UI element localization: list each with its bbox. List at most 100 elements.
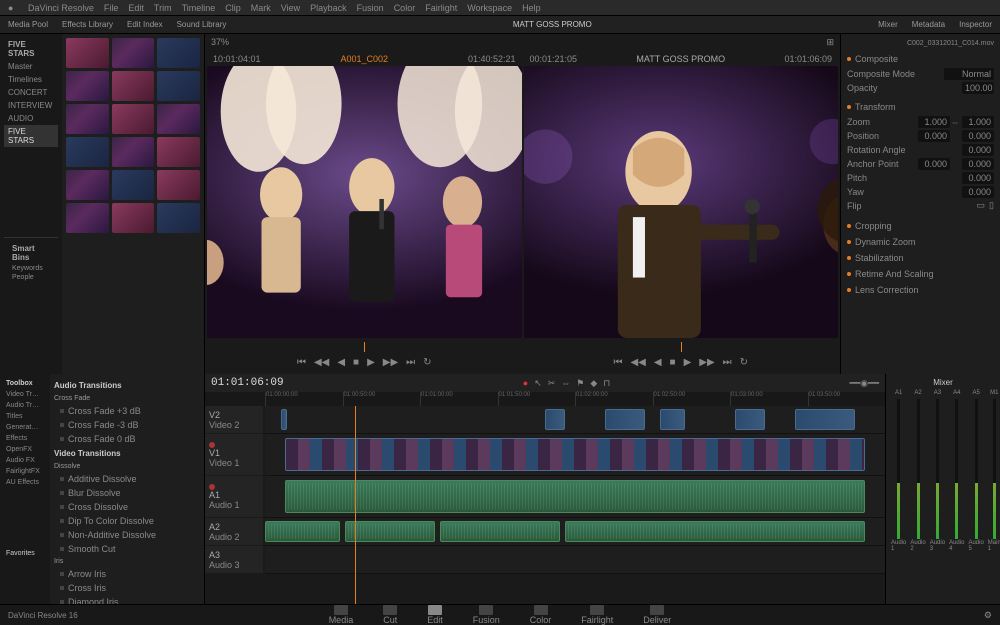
next-frame-icon[interactable]: ▶▶: [699, 357, 714, 368]
video-clip[interactable]: [605, 409, 645, 431]
clip-thumb[interactable]: [112, 170, 155, 200]
loop-icon[interactable]: ↻: [423, 357, 431, 368]
clip-thumb[interactable]: [112, 104, 155, 134]
zoom-x-input[interactable]: 1.000: [918, 116, 950, 128]
menu-help[interactable]: Help: [522, 3, 541, 13]
menu-edit[interactable]: Edit: [128, 3, 144, 13]
fx-item[interactable]: Cross Fade +3 dB: [54, 404, 200, 418]
bin-audio[interactable]: AUDIO: [4, 112, 58, 125]
playhead[interactable]: [355, 406, 356, 604]
track-v1[interactable]: V1Video 1: [265, 434, 885, 476]
play-icon[interactable]: ▶: [367, 357, 375, 368]
track-a3[interactable]: A3Audio 3: [265, 546, 885, 574]
last-frame-icon[interactable]: ⏭: [406, 357, 415, 368]
app-name[interactable]: DaVinci Resolve: [28, 3, 94, 13]
flag-icon[interactable]: ⚑: [576, 378, 584, 389]
video-clip[interactable]: [795, 409, 855, 431]
play-reverse-icon[interactable]: ◀: [337, 357, 345, 368]
page-fusion[interactable]: Fusion: [473, 605, 500, 625]
fx-item[interactable]: Blur Dissolve: [54, 486, 200, 500]
retime-section[interactable]: Retime And Scaling: [855, 269, 934, 279]
pitch-input[interactable]: 0.000: [962, 172, 994, 184]
flip-h-icon[interactable]: ▭: [973, 200, 990, 211]
link-icon[interactable]: ⇔: [950, 117, 960, 127]
composite-section[interactable]: Composite: [855, 54, 898, 64]
fx-item[interactable]: Cross Fade 0 dB: [54, 432, 200, 446]
timeline-tracks[interactable]: V2Video 2 V1Video 1 A1Audio 1 A2Audio 2: [205, 406, 885, 604]
link-tool-icon[interactable]: ⇔: [561, 378, 570, 388]
menu-timeline[interactable]: Timeline: [182, 3, 216, 13]
last-frame-icon[interactable]: ⏭: [723, 357, 732, 368]
clip-thumb[interactable]: [112, 137, 155, 167]
mixer-channel[interactable]: A4Audio 4: [948, 389, 965, 553]
clip-thumb[interactable]: [157, 104, 200, 134]
flip-v-icon[interactable]: ▯: [989, 200, 994, 211]
clip-thumb[interactable]: [66, 104, 109, 134]
apple-menu[interactable]: ●: [8, 3, 18, 13]
timeline-scrubber[interactable]: [524, 342, 839, 352]
media-pool-toggle[interactable]: Media Pool: [8, 20, 48, 29]
sound-library-toggle[interactable]: Sound Library: [177, 20, 227, 29]
track-v2[interactable]: V2Video 2: [265, 406, 885, 434]
record-icon[interactable]: ●: [523, 378, 528, 388]
video-clip[interactable]: [285, 438, 865, 471]
cropping-section[interactable]: Cropping: [855, 221, 892, 231]
source-clip-name[interactable]: A001_C002: [340, 54, 388, 64]
marker-icon[interactable]: ◆: [590, 378, 597, 389]
timeline-timecode[interactable]: 01:01:06:09: [211, 377, 284, 389]
timeline-name[interactable]: MATT GOSS PROMO: [636, 54, 725, 64]
source-pct[interactable]: 37%: [211, 37, 229, 47]
fx-cat[interactable]: Video Tr…: [4, 389, 46, 400]
clip-thumb[interactable]: [66, 38, 109, 68]
bin-timelines[interactable]: Timelines: [4, 73, 58, 86]
edit-index-toggle[interactable]: Edit Index: [127, 20, 163, 29]
video-clip[interactable]: [281, 409, 287, 431]
transform-section[interactable]: Transform: [855, 102, 896, 112]
clip-thumb[interactable]: [66, 137, 109, 167]
metadata-toggle[interactable]: Metadata: [912, 20, 945, 29]
fx-item[interactable]: Cross Iris: [54, 581, 200, 595]
fx-item[interactable]: Dip To Color Dissolve: [54, 514, 200, 528]
arrow-tool-icon[interactable]: ↖: [534, 378, 542, 389]
zoom-slider[interactable]: ━━◉━━: [849, 378, 879, 389]
smartbin-keywords[interactable]: Keywords: [8, 264, 54, 273]
prev-frame-icon[interactable]: ◀◀: [314, 357, 329, 368]
snap-icon[interactable]: ⊓: [603, 378, 610, 389]
rotation-input[interactable]: 0.000: [962, 144, 994, 156]
clip-thumb[interactable]: [66, 170, 109, 200]
page-deliver[interactable]: Deliver: [643, 605, 671, 625]
lens-section[interactable]: Lens Correction: [855, 285, 919, 295]
audio-clip[interactable]: [285, 480, 865, 513]
clip-thumb[interactable]: [157, 137, 200, 167]
audio-clip[interactable]: [265, 521, 340, 543]
first-frame-icon[interactable]: ⏮: [297, 357, 306, 368]
clip-thumb[interactable]: [112, 71, 155, 101]
page-fairlight[interactable]: Fairlight: [581, 605, 613, 625]
clip-thumb[interactable]: [157, 170, 200, 200]
menu-fusion[interactable]: Fusion: [357, 3, 384, 13]
play-icon[interactable]: ▶: [684, 357, 692, 368]
prev-frame-icon[interactable]: ◀◀: [630, 357, 645, 368]
bin-concert[interactable]: CONCERT: [4, 86, 58, 99]
menu-workspace[interactable]: Workspace: [467, 3, 512, 13]
bin-interview[interactable]: INTERVIEW: [4, 99, 58, 112]
smartbin-people[interactable]: People: [8, 273, 54, 282]
page-edit[interactable]: Edit: [427, 605, 443, 625]
fx-cat[interactable]: AU Effects: [4, 477, 46, 488]
fx-cat[interactable]: Generat…: [4, 422, 46, 433]
dynamiczoom-section[interactable]: Dynamic Zoom: [855, 237, 916, 247]
zoom-y-input[interactable]: 1.000: [962, 116, 994, 128]
project-settings-icon[interactable]: ⚙: [984, 610, 992, 621]
audio-clip[interactable]: [440, 521, 560, 543]
anchor-y-input[interactable]: 0.000: [962, 158, 994, 170]
fx-item[interactable]: Cross Dissolve: [54, 500, 200, 514]
fx-item[interactable]: Non-Additive Dissolve: [54, 528, 200, 542]
clip-thumb[interactable]: [112, 203, 155, 233]
yaw-input[interactable]: 0.000: [962, 186, 994, 198]
mixer-channel[interactable]: A1Audio 1: [890, 389, 907, 553]
fx-item[interactable]: Cross Fade -3 dB: [54, 418, 200, 432]
video-clip[interactable]: [660, 409, 685, 431]
stabilization-section[interactable]: Stabilization: [855, 253, 904, 263]
bin-master[interactable]: Master: [4, 60, 58, 73]
anchor-x-input[interactable]: 0.000: [918, 158, 950, 170]
